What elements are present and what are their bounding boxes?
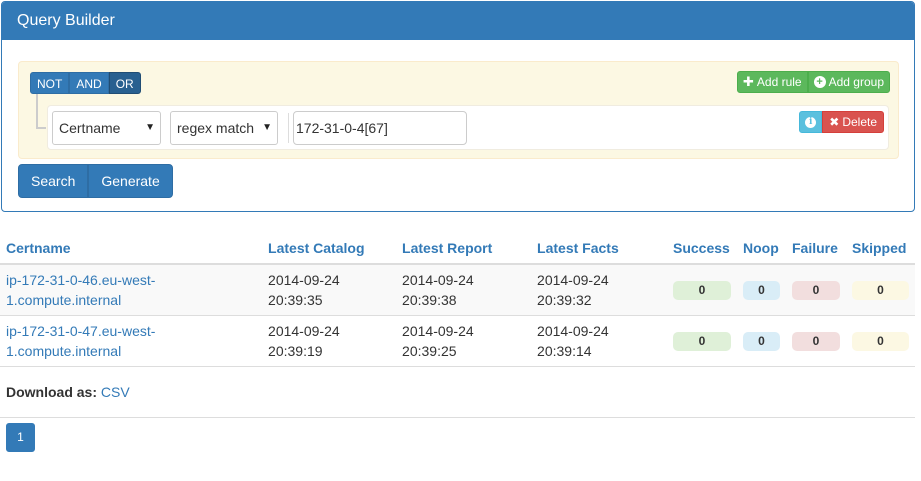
catalog-date: 2014-09-24 — [268, 322, 340, 339]
download-cell: Download as: CSV — [0, 366, 915, 418]
success-cell: 0 — [666, 315, 737, 367]
latest-facts-cell: 2014-09-24 20:39:32 — [531, 264, 667, 316]
latest-report-cell: 2014-09-24 20:39:38 — [396, 264, 532, 316]
delete-rule-button[interactable]: ✖ Delete — [822, 111, 884, 133]
search-button[interactable]: Search — [18, 164, 89, 198]
skipped-badge[interactable]: 0 — [851, 281, 909, 301]
report-time: 20:39:25 — [402, 342, 457, 359]
condition-or-button[interactable]: OR — [108, 72, 141, 94]
query-action-buttons: Search Generate — [18, 164, 173, 198]
operator-select[interactable]: regex match ▼ — [170, 111, 278, 145]
table-row: ip-172-31-0-46.eu-west- 1.compute.intern… — [0, 264, 915, 316]
add-rule-button[interactable]: ✚ Add rule — [737, 71, 808, 93]
certname-cell: ip-172-31-0-47.eu-west- 1.compute.intern… — [0, 315, 263, 367]
column-header-noop[interactable]: Noop — [736, 232, 786, 265]
noop-badge[interactable]: 0 — [742, 281, 780, 301]
latest-catalog-cell: 2014-09-24 20:39:35 — [262, 264, 397, 316]
column-header-latest-facts[interactable]: Latest Facts — [531, 232, 667, 265]
noop-cell: 0 — [736, 315, 786, 367]
download-row: Download as: CSV — [0, 366, 915, 418]
nodes-table: Certname Latest Catalog Latest Report La… — [0, 232, 915, 418]
success-badge[interactable]: 0 — [672, 332, 731, 351]
table-row: ip-172-31-0-47.eu-west- 1.compute.intern… — [0, 315, 915, 367]
column-header-success[interactable]: Success — [666, 232, 737, 265]
download-label: Download as: — [6, 383, 98, 400]
column-header-certname[interactable]: Certname — [0, 232, 263, 265]
rules-group-container: NOT AND OR ✚ Add rule + Add group Certna… — [18, 61, 899, 159]
rule-value-input[interactable]: 172-31-0-4[67] — [293, 111, 467, 145]
column-header-skipped[interactable]: Skipped — [845, 232, 915, 265]
certname-line-1: ip-172-31-0-46.eu-west- — [6, 271, 156, 288]
latest-report-cell: 2014-09-24 20:39:25 — [396, 315, 532, 367]
certname-link[interactable]: ip-172-31-0-46.eu-west- 1.compute.intern… — [6, 272, 155, 308]
csv-download-link[interactable]: CSV — [101, 384, 130, 400]
noop-badge[interactable]: 0 — [742, 332, 780, 351]
condition-and-button[interactable]: AND — [69, 72, 109, 94]
failure-cell: 0 — [785, 264, 846, 316]
facts-time: 20:39:32 — [537, 291, 592, 308]
field-select-value: Certname — [59, 120, 121, 136]
column-header-failure[interactable]: Failure — [785, 232, 846, 265]
latest-facts-cell: 2014-09-24 20:39:14 — [531, 315, 667, 367]
add-group-button[interactable]: + Add group — [807, 71, 890, 93]
column-header-latest-catalog[interactable]: Latest Catalog — [262, 232, 397, 265]
rule-divider — [288, 113, 289, 143]
column-header-latest-report[interactable]: Latest Report — [396, 232, 532, 265]
skipped-cell: 0 — [845, 315, 915, 367]
panel-title: Query Builder — [2, 2, 914, 40]
certname-line-1: ip-172-31-0-47.eu-west- — [6, 322, 156, 339]
failure-badge[interactable]: 0 — [791, 281, 840, 301]
certname-link[interactable]: ip-172-31-0-47.eu-west- 1.compute.intern… — [6, 323, 155, 359]
add-rule-label: Add rule — [756, 75, 802, 89]
info-icon: i — [805, 116, 817, 128]
facts-time: 20:39:14 — [537, 342, 592, 359]
success-badge[interactable]: 0 — [672, 281, 731, 301]
certname-cell: ip-172-31-0-46.eu-west- 1.compute.intern… — [0, 264, 263, 316]
info-button[interactable]: i — [799, 111, 823, 133]
rule-row: Certname ▼ regex match ▼ 172-31-0-4[67] … — [47, 105, 889, 150]
facts-date: 2014-09-24 — [537, 271, 609, 288]
catalog-time: 20:39:35 — [268, 291, 323, 308]
query-builder-panel: Query Builder NOT AND OR ✚ Add rule + Ad… — [1, 1, 915, 212]
plus-icon: ✚ — [743, 74, 754, 89]
pagination-page-button[interactable]: 1 — [6, 423, 35, 452]
report-date: 2014-09-24 — [402, 322, 474, 339]
caret-down-icon: ▼ — [262, 122, 272, 133]
catalog-time: 20:39:19 — [268, 342, 323, 359]
condition-not-button[interactable]: NOT — [30, 72, 70, 94]
report-date: 2014-09-24 — [402, 271, 474, 288]
operator-select-value: regex match — [177, 120, 255, 136]
noop-cell: 0 — [736, 264, 786, 316]
generate-button[interactable]: Generate — [88, 164, 173, 198]
catalog-date: 2014-09-24 — [268, 271, 340, 288]
report-time: 20:39:38 — [402, 291, 457, 308]
failure-badge[interactable]: 0 — [791, 332, 840, 351]
delete-label: Delete — [842, 115, 877, 129]
latest-catalog-cell: 2014-09-24 20:39:19 — [262, 315, 397, 367]
add-buttons-group: ✚ Add rule + Add group — [737, 71, 890, 93]
success-cell: 0 — [666, 264, 737, 316]
plus-circle-icon: + — [813, 76, 826, 88]
certname-line-2: 1.compute.internal — [6, 342, 122, 359]
failure-cell: 0 — [785, 315, 846, 367]
field-select[interactable]: Certname ▼ — [52, 111, 161, 145]
table-header-row: Certname Latest Catalog Latest Report La… — [0, 232, 915, 265]
certname-line-2: 1.compute.internal — [6, 291, 122, 308]
close-icon: ✖ — [829, 115, 840, 129]
rule-actions-group: i ✖ Delete — [799, 111, 884, 133]
facts-date: 2014-09-24 — [537, 322, 609, 339]
add-group-label: Add group — [828, 75, 884, 89]
condition-toggle-group: NOT AND OR — [30, 72, 141, 94]
caret-down-icon: ▼ — [145, 122, 155, 133]
skipped-cell: 0 — [845, 264, 915, 316]
skipped-badge[interactable]: 0 — [851, 332, 909, 351]
rule-tree-connector — [36, 94, 46, 129]
